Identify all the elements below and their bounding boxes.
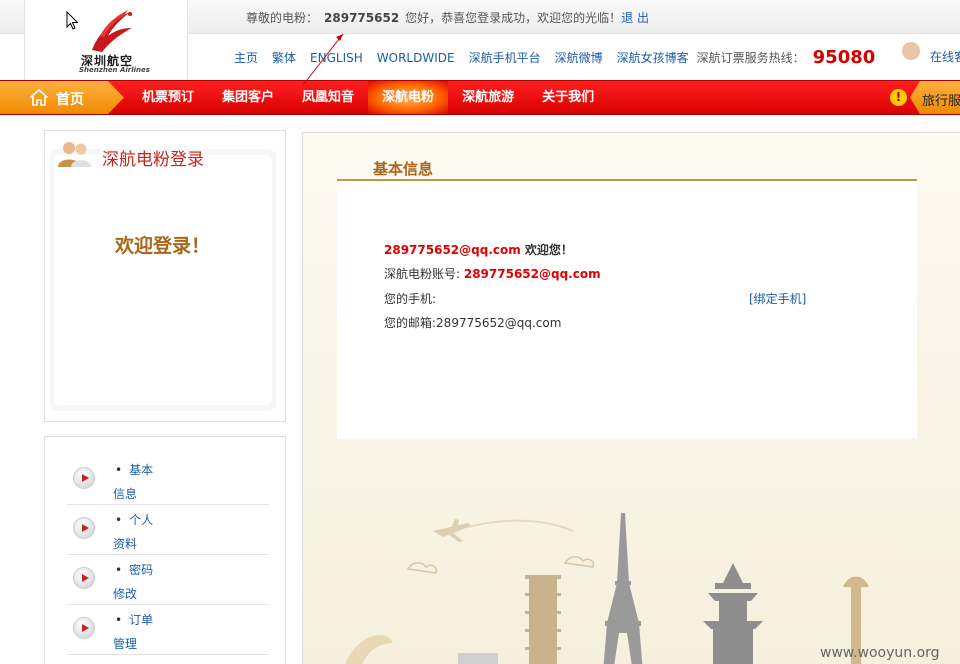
welcome-suffix: 欢迎您！	[520, 243, 573, 257]
link-weibo[interactable]: 深航微博	[555, 49, 603, 66]
email-row: 您的邮箱:289775652@qq.com	[384, 314, 561, 331]
menu-item-label: 订单	[115, 611, 153, 628]
account-row: 深航电粉账号: 289775652@qq.com	[384, 265, 601, 282]
menu-item-label-cont: 管理	[113, 637, 138, 651]
annotation-arrow-icon	[302, 33, 344, 86]
menu-item-basic-info[interactable]: 基本 信息	[67, 455, 269, 505]
online-service-link[interactable]: 在线客	[930, 48, 960, 65]
email-display: 289775652@qq.com	[384, 243, 521, 257]
nav-item-flight-booking[interactable]: 机票预订	[128, 81, 208, 114]
welcome-message: 欢迎登录！	[115, 235, 211, 257]
airline-logo-icon	[92, 10, 132, 52]
link-blog[interactable]: 深航女孩博客	[617, 49, 689, 66]
link-mobile[interactable]: 深航手机平台	[469, 49, 541, 66]
greeting-prefix: 尊敬的电粉：	[246, 11, 319, 25]
nav-home[interactable]: 首页	[0, 81, 124, 114]
menu-item-label-cont: 信息	[113, 487, 138, 501]
login-panel: 深航电粉登录 欢迎登录！	[44, 130, 286, 422]
hotline-label: 深航订票服务热线：	[696, 51, 805, 65]
nav-item-fans[interactable]: 深航电粉	[368, 81, 449, 114]
nav-item-group-customers[interactable]: 集团客户	[208, 81, 288, 114]
main-nav: 首页 机票预订 集团客户 凤凰知音 深航电粉 深航旅游 关于我们 ! 旅行服务	[0, 80, 960, 115]
logo-english-name: Shenzhen Airlines	[79, 66, 150, 74]
menu-item-label-cont: 修改	[113, 587, 138, 601]
link-worldwide[interactable]: WORLDWIDE	[377, 51, 455, 65]
phone-row: 您的手机:	[384, 290, 436, 307]
nav-item-about[interactable]: 关于我们	[528, 81, 608, 114]
menu-item-label-cont: 资料	[113, 537, 138, 551]
alert-icon: !	[890, 89, 907, 106]
play-arrow-icon	[73, 617, 95, 639]
users-icon	[58, 142, 91, 167]
nav-travel-label: 旅行服务	[922, 94, 960, 109]
link-traditional[interactable]: 繁体	[272, 49, 296, 66]
nav-items: 机票预订 集团客户 凤凰知音 深航电粉 深航旅游 关于我们	[128, 81, 608, 114]
customer-service-icon	[902, 42, 920, 60]
menu-item-password[interactable]: 密码 修改	[67, 555, 269, 605]
account-value: 289775652@qq.com	[463, 267, 601, 281]
greeting-suffix: 您好，恭喜您登录成功，欢迎您的光临！	[405, 11, 622, 25]
watermark: www.wooyun.org	[820, 645, 940, 661]
login-title: 深航电粉登录	[102, 150, 204, 170]
logo[interactable]: 深圳航空 Shenzhen Airlines	[24, 0, 188, 80]
login-content	[54, 155, 272, 405]
basic-info-card: 289775652@qq.com 欢迎您！ 深航电粉账号: 289775652@…	[337, 181, 917, 439]
menu-item-label: 个人	[115, 511, 153, 528]
phone-label: 您的手机:	[384, 292, 437, 306]
nav-travel-services[interactable]: 旅行服务	[910, 81, 960, 114]
play-arrow-icon	[73, 467, 95, 489]
nav-item-travel[interactable]: 深航旅游	[448, 81, 528, 114]
play-arrow-icon	[73, 517, 95, 539]
mouse-cursor-icon	[66, 11, 79, 30]
menu-item-label: 密码	[115, 561, 153, 578]
user-id: 289775652	[324, 11, 400, 25]
nav-home-label: 首页	[56, 92, 84, 108]
account-menu: 基本 信息 个人 资料 密码 修改 订单 管理	[44, 436, 286, 664]
logout-link[interactable]: 退 出	[621, 11, 649, 25]
menu-item-orders[interactable]: 订单 管理	[67, 605, 269, 655]
login-inner	[50, 149, 276, 411]
email-value: 289775652@qq.com	[436, 316, 562, 330]
bind-phone-link[interactable]: [绑定手机]	[749, 290, 806, 307]
email-label: 您的邮箱:	[384, 316, 437, 330]
account-label: 深航电粉账号:	[384, 267, 464, 281]
home-icon	[30, 89, 48, 106]
link-home[interactable]: 主页	[234, 49, 258, 66]
menu-item-profile[interactable]: 个人 资料	[67, 505, 269, 555]
landmarks-illustration	[345, 513, 869, 664]
main-panel: 基本信息 289775652@qq.com 欢迎您！ 深航电粉账号: 28977…	[302, 132, 960, 664]
hotline-number: 95080	[812, 47, 876, 68]
welcome-row: 289775652@qq.com 欢迎您！	[384, 241, 573, 258]
greeting-text: 尊敬的电粉： 289775652 您好，恭喜您登录成功，欢迎您的光临！退 出	[246, 9, 649, 26]
play-arrow-icon	[73, 567, 95, 589]
menu-item-label: 基本	[115, 461, 153, 478]
section-title: 基本信息	[373, 160, 434, 178]
